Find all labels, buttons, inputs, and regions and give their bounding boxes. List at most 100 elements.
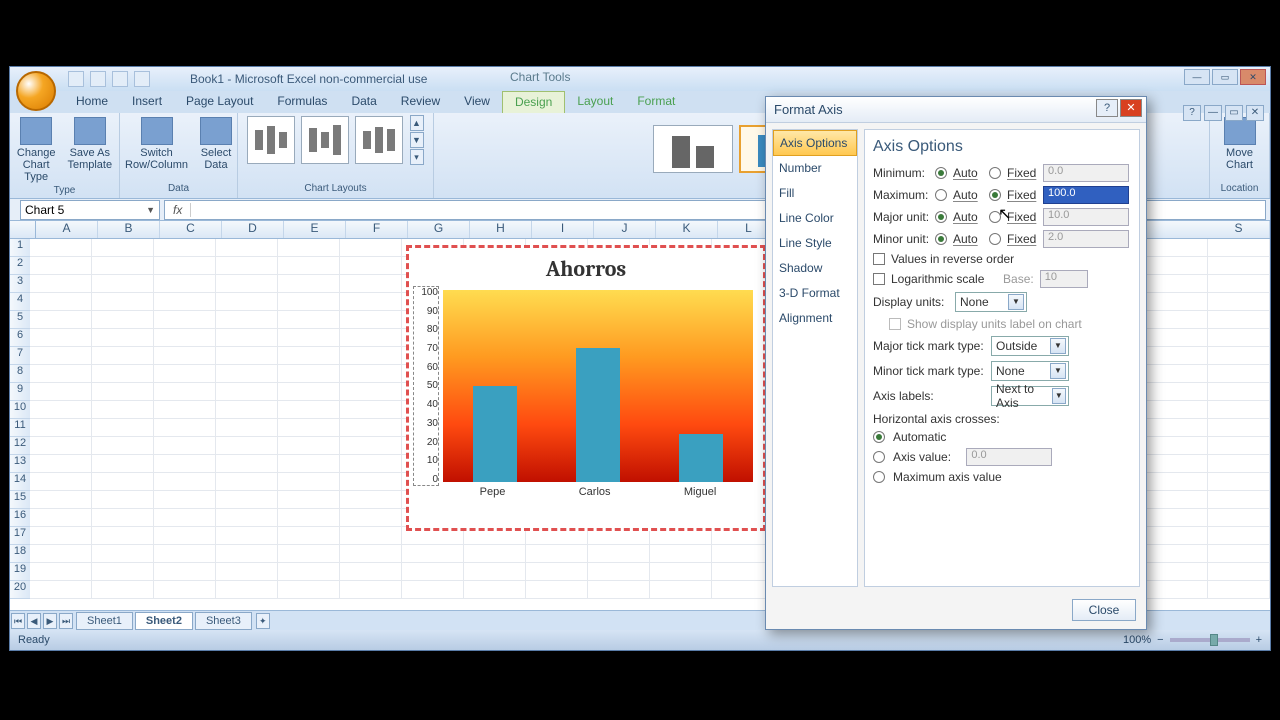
- dialog-nav-item[interactable]: Line Style: [773, 231, 857, 256]
- cell[interactable]: [1146, 473, 1208, 491]
- cell[interactable]: [92, 527, 154, 545]
- cell[interactable]: [588, 545, 650, 563]
- cell[interactable]: [1146, 257, 1208, 275]
- tab-layout[interactable]: Layout: [565, 91, 625, 113]
- sheet-tab-2[interactable]: Sheet2: [135, 612, 193, 630]
- row-header[interactable]: 5: [10, 311, 30, 329]
- cell[interactable]: [216, 545, 278, 563]
- row-header[interactable]: 13: [10, 455, 30, 473]
- cell[interactable]: [154, 329, 216, 347]
- cell[interactable]: [92, 329, 154, 347]
- cell[interactable]: [30, 509, 92, 527]
- close-button[interactable]: Close: [1072, 599, 1136, 621]
- y-axis[interactable]: 1009080706050403020100: [413, 286, 439, 486]
- cell[interactable]: [154, 365, 216, 383]
- cell[interactable]: [1208, 275, 1270, 293]
- col-header[interactable]: I: [532, 221, 594, 238]
- cell[interactable]: [154, 581, 216, 599]
- cell[interactable]: [1146, 581, 1208, 599]
- crosses-value-input[interactable]: 0.0: [966, 448, 1052, 466]
- doc-restore-icon[interactable]: ▭: [1225, 105, 1243, 121]
- row-header[interactable]: 15: [10, 491, 30, 509]
- cell[interactable]: [1208, 311, 1270, 329]
- cell[interactable]: [340, 383, 402, 401]
- cell[interactable]: [1146, 491, 1208, 509]
- cell[interactable]: [526, 581, 588, 599]
- minor-value-input[interactable]: 2.0: [1043, 230, 1129, 248]
- cell[interactable]: [1146, 329, 1208, 347]
- cell[interactable]: [278, 491, 340, 509]
- cell[interactable]: [30, 329, 92, 347]
- col-header[interactable]: A: [36, 221, 98, 238]
- cell[interactable]: [340, 257, 402, 275]
- col-header[interactable]: J: [594, 221, 656, 238]
- maximum-fixed-radio[interactable]: [989, 189, 1001, 201]
- cell[interactable]: [30, 275, 92, 293]
- maximize-button[interactable]: ▭: [1212, 69, 1238, 85]
- major-value-input[interactable]: 10.0: [1043, 208, 1129, 226]
- cell[interactable]: [154, 491, 216, 509]
- maximum-auto-radio[interactable]: [935, 189, 947, 201]
- x-axis-labels[interactable]: PepeCarlosMiguel: [443, 486, 753, 498]
- cell[interactable]: [92, 437, 154, 455]
- col-header[interactable]: H: [470, 221, 532, 238]
- col-header[interactable]: K: [656, 221, 718, 238]
- cell[interactable]: [30, 239, 92, 257]
- cell[interactable]: [216, 473, 278, 491]
- tab-data[interactable]: Data: [339, 91, 388, 113]
- reverse-order-checkbox[interactable]: [873, 253, 885, 265]
- cell[interactable]: [154, 563, 216, 581]
- cell[interactable]: [154, 383, 216, 401]
- cell[interactable]: [216, 401, 278, 419]
- sheet-tab-3[interactable]: Sheet3: [195, 612, 252, 630]
- cell[interactable]: [1146, 419, 1208, 437]
- cell[interactable]: [30, 455, 92, 473]
- cell[interactable]: [216, 509, 278, 527]
- cell[interactable]: [216, 581, 278, 599]
- chart-style-1[interactable]: [653, 125, 733, 173]
- sheet-nav-prev-icon[interactable]: ◀: [27, 613, 41, 629]
- crosses-auto-radio[interactable]: [873, 431, 885, 443]
- cell[interactable]: [92, 365, 154, 383]
- cell[interactable]: [1146, 563, 1208, 581]
- save-as-template-button[interactable]: Save As Template: [63, 115, 116, 185]
- row-header[interactable]: 6: [10, 329, 30, 347]
- cell[interactable]: [526, 545, 588, 563]
- cell[interactable]: [154, 455, 216, 473]
- cell[interactable]: [92, 491, 154, 509]
- cell[interactable]: [1146, 275, 1208, 293]
- tab-formulas[interactable]: Formulas: [265, 91, 339, 113]
- cell[interactable]: [278, 437, 340, 455]
- cell[interactable]: [340, 545, 402, 563]
- cell[interactable]: [588, 563, 650, 581]
- cell[interactable]: [92, 383, 154, 401]
- cell[interactable]: [30, 491, 92, 509]
- sheet-nav-last-icon[interactable]: ⏭: [59, 613, 73, 629]
- zoom-out-icon[interactable]: −: [1157, 634, 1163, 646]
- maximum-value-input[interactable]: 100.0: [1043, 186, 1129, 204]
- col-header[interactable]: E: [284, 221, 346, 238]
- dialog-nav-item[interactable]: Axis Options: [773, 130, 857, 156]
- cell[interactable]: [278, 581, 340, 599]
- cell[interactable]: [278, 419, 340, 437]
- cell[interactable]: [1146, 239, 1208, 257]
- cell[interactable]: [1208, 437, 1270, 455]
- cell[interactable]: [92, 419, 154, 437]
- dialog-nav-item[interactable]: 3-D Format: [773, 281, 857, 306]
- insert-sheet-icon[interactable]: ✦: [256, 613, 270, 629]
- cell[interactable]: [154, 239, 216, 257]
- cell[interactable]: [1208, 257, 1270, 275]
- doc-close-icon[interactable]: ✕: [1246, 105, 1264, 121]
- select-data-button[interactable]: Select Data: [196, 115, 236, 173]
- minor-tick-select[interactable]: None▼: [991, 361, 1069, 381]
- col-header[interactable]: F: [346, 221, 408, 238]
- cell[interactable]: [1208, 401, 1270, 419]
- qat-undo-icon[interactable]: [90, 71, 106, 87]
- cell[interactable]: [464, 581, 526, 599]
- cell[interactable]: [154, 401, 216, 419]
- cell[interactable]: [464, 545, 526, 563]
- cell[interactable]: [278, 509, 340, 527]
- major-auto-radio[interactable]: [935, 211, 947, 223]
- tab-review[interactable]: Review: [389, 91, 452, 113]
- cell[interactable]: [30, 419, 92, 437]
